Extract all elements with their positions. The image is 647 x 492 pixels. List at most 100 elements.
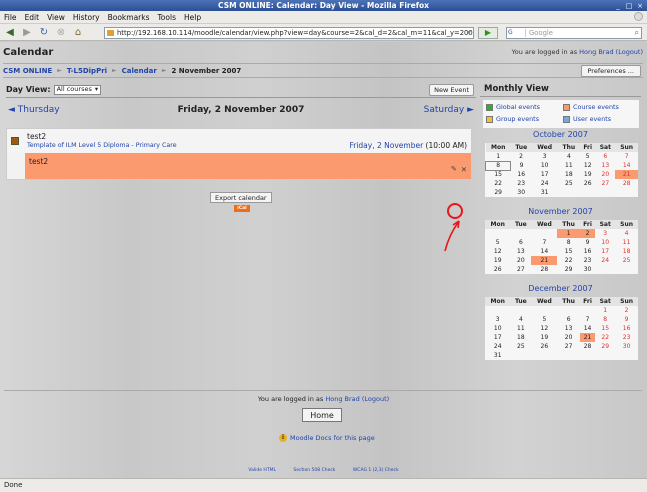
week-row: 8 9 10 11 12 13 14 <box>484 160 639 171</box>
calendar-day: 30 <box>517 189 526 196</box>
week-row: 31 <box>485 351 638 360</box>
stop-icon[interactable]: ⊗ <box>54 26 68 39</box>
calendar-day: 27 <box>517 266 525 273</box>
calendar-day[interactable]: 2 <box>579 229 596 238</box>
prev-day-link[interactable]: ◄ Thursday <box>8 105 60 115</box>
search-input[interactable]: G Google ⌕ <box>506 27 642 39</box>
window-title: CSM ONLINE: Calendar: Day View - Mozilla… <box>218 1 429 10</box>
calendar-empty-cell <box>531 351 557 360</box>
calendar-day: 13 <box>601 162 610 169</box>
legend-group[interactable]: Group events <box>486 115 539 123</box>
event-header: test2 Template of ILM Level 5 Diploma - … <box>7 129 471 153</box>
menu-tools[interactable]: Tools <box>154 13 180 22</box>
close-window-icon[interactable]: × <box>636 2 644 10</box>
course-select[interactable]: All courses ▾ <box>53 84 102 95</box>
legend-course[interactable]: Course events <box>563 103 619 111</box>
event-date-link[interactable]: Friday, 2 November <box>349 141 423 150</box>
weekday-label: Thu <box>557 143 581 152</box>
breadcrumb-course[interactable]: T-L5DipPri <box>67 67 107 75</box>
course-event-icon <box>11 137 19 145</box>
calendar-day: 15 <box>601 325 610 332</box>
calendar-day[interactable]: 21 <box>615 170 638 179</box>
calendar-day[interactable]: 1 <box>557 229 580 238</box>
calendar-day: 9 <box>624 316 629 323</box>
export-calendar-button[interactable]: Export calendar <box>210 192 272 203</box>
legend-user[interactable]: User events <box>563 115 611 123</box>
menu-file[interactable]: File <box>0 13 21 22</box>
month-title-december[interactable]: December 2007 <box>480 284 641 293</box>
menu-view[interactable]: View <box>43 13 69 22</box>
menu-help[interactable]: Help <box>180 13 205 22</box>
calendar-day: 24 <box>493 343 502 350</box>
ical-link[interactable]: iCal <box>234 205 250 212</box>
event-course-link[interactable]: Template of ILM Level 5 Diploma - Primar… <box>27 142 177 149</box>
wcag-link[interactable]: WCAG 1 (2,3) Check <box>353 468 399 473</box>
calendar-day: 27 <box>564 343 573 350</box>
forward-icon[interactable]: ▶ <box>20 26 34 39</box>
calendar-day: 16 <box>622 325 631 332</box>
search-icon[interactable]: ⌕ <box>635 28 639 38</box>
user-events-icon <box>563 115 570 123</box>
footer-user-link[interactable]: Hong Brad <box>325 395 359 403</box>
moodle-docs-link[interactable]: i Moodle Docs for this page <box>279 434 375 442</box>
calendar-day: 20 <box>601 171 610 178</box>
calendar-day: 4 <box>566 153 571 160</box>
back-icon[interactable]: ◀ <box>3 26 17 39</box>
minimize-icon[interactable]: _ <box>614 2 622 10</box>
search-engine-icon[interactable]: G <box>508 29 526 37</box>
calendar-day: 6 <box>518 239 523 246</box>
monthly-view-block: Monthly View Global events Course events… <box>480 83 641 373</box>
week-row: 12 13 14 15 16 17 18 <box>485 247 638 256</box>
breadcrumb-site[interactable]: CSM ONLINE <box>3 67 52 75</box>
calendar-empty-cell <box>510 306 531 315</box>
next-day-link[interactable]: Saturday ► <box>424 105 474 115</box>
calendar-day[interactable]: 21 <box>531 256 558 265</box>
calendar-day: 7 <box>542 239 547 246</box>
reload-icon[interactable]: ↻ <box>37 26 51 39</box>
legend-global[interactable]: Global events <box>486 103 540 111</box>
maximize-icon[interactable]: □ <box>625 2 633 10</box>
weekday-header-row: Mon Tue Wed Thu Fri Sat Sun <box>485 297 638 306</box>
weekday-label: Sat <box>595 220 616 229</box>
footer-logout-link[interactable]: (Logout) <box>362 395 389 403</box>
url-text: http://192.168.10.114/moodle/calendar/vi… <box>117 29 474 37</box>
weekday-label: Sat <box>595 297 616 306</box>
login-info: You are logged in as Hong Brad (Logout) <box>512 48 643 56</box>
preferences-button[interactable]: Preferences ... <box>580 65 641 77</box>
calendar-empty-cell <box>557 306 579 315</box>
event-body: test2 ✎ ✕ <box>25 153 471 179</box>
menu-history[interactable]: History <box>69 13 104 22</box>
breadcrumb-calendar[interactable]: Calendar <box>122 67 157 75</box>
calendar-day: 8 <box>566 239 571 246</box>
menu-bookmarks[interactable]: Bookmarks <box>104 13 154 22</box>
legend-course-label: Course events <box>573 103 619 111</box>
calendar-empty-cell <box>580 188 595 197</box>
home-button[interactable]: Home <box>302 408 342 422</box>
calendar-empty-cell <box>510 351 531 360</box>
url-bar[interactable]: http://192.168.10.114/moodle/calendar/vi… <box>104 27 474 39</box>
calendar-day: 22 <box>601 334 610 341</box>
delete-icon[interactable]: ✕ <box>461 165 467 174</box>
month-title-november[interactable]: November 2007 <box>480 207 641 216</box>
section-508-link[interactable]: Section 508 Check <box>293 468 335 473</box>
go-button[interactable]: ▶ <box>478 27 498 39</box>
weekday-label: Fri <box>579 220 596 229</box>
calendar-day: 8 <box>603 316 608 323</box>
valid-html-link[interactable]: Valide HTML <box>248 468 276 473</box>
menu-edit[interactable]: Edit <box>21 13 44 22</box>
calendar-day: 9 <box>585 239 590 246</box>
calendar-day: 30 <box>583 266 592 273</box>
calendar-day: 18 <box>622 248 631 255</box>
calendar-day: 31 <box>540 189 549 196</box>
edit-icon[interactable]: ✎ <box>451 166 457 173</box>
logout-link[interactable]: (Logout) <box>616 48 643 56</box>
legend-user-label: User events <box>573 115 612 123</box>
week-row: 19 20 21 22 23 24 25 <box>485 256 638 265</box>
calendar-day[interactable]: 21 <box>579 333 596 342</box>
new-event-button[interactable]: New Event <box>429 84 474 96</box>
month-title-october[interactable]: October 2007 <box>480 130 641 139</box>
bookmark-star-icon[interactable]: ▾ <box>467 28 471 38</box>
home-icon[interactable]: ⌂ <box>71 26 85 39</box>
user-link[interactable]: Hong Brad <box>579 48 613 56</box>
legend-group-label: Group events <box>496 115 540 123</box>
